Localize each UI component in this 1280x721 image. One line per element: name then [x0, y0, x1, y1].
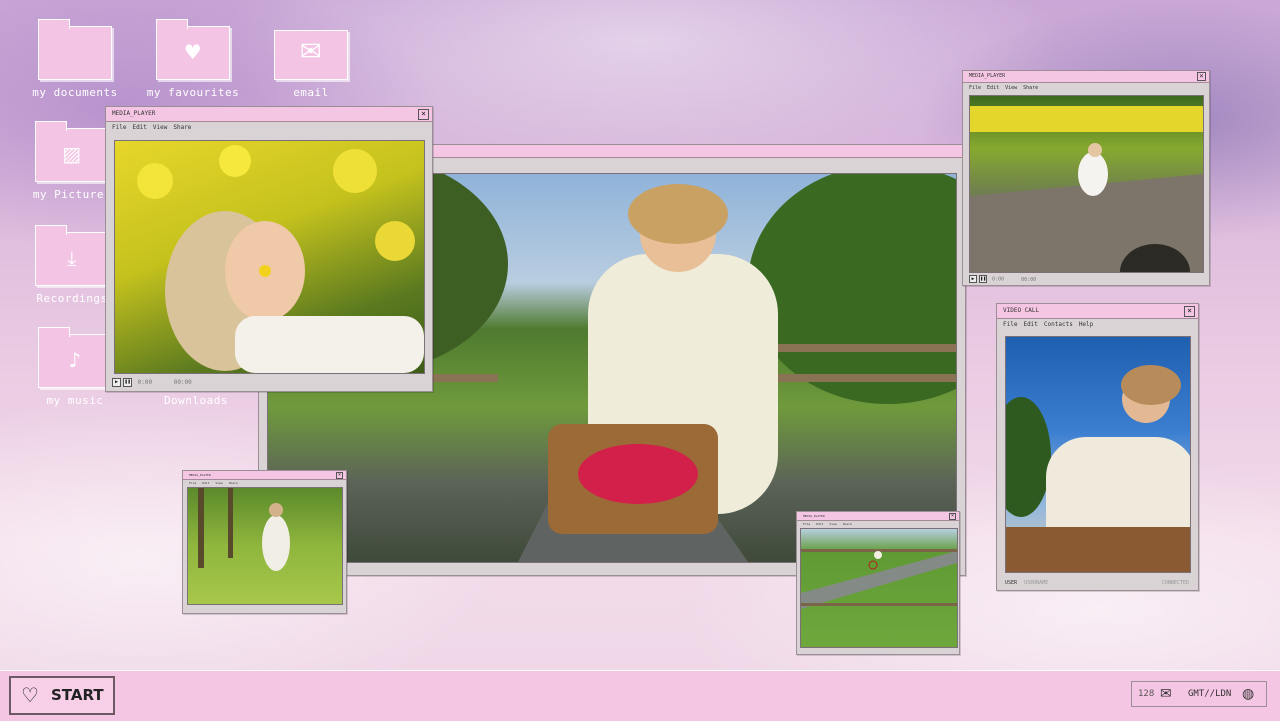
- envelope-icon[interactable]: ✉: [1160, 682, 1172, 706]
- play-button[interactable]: ▶: [112, 378, 121, 387]
- video-call-window[interactable]: VIDEO CALL × File Edit Contacts Help USER U…: [996, 303, 1199, 591]
- menu-file[interactable]: File: [189, 481, 196, 485]
- picture-folder-icon: ▨: [35, 121, 109, 182]
- menu-edit[interactable]: Edit: [1023, 321, 1037, 328]
- playback-controls: ▶ ❚❚ 0:00 00:00: [969, 275, 1036, 283]
- heart-outline-icon: ♡: [21, 683, 39, 707]
- bridge-scene-image: [970, 106, 1203, 272]
- desktop-icon-label: my music: [46, 394, 104, 407]
- playback-time: 0:00: [137, 379, 153, 386]
- desktop-icon-label: Downloads: [163, 394, 229, 407]
- desktop-icon-label: email: [293, 86, 329, 99]
- media-player-titlebar[interactable]: MEDIA_PLAYER ×: [797, 512, 959, 521]
- desktop-icon-my-favourites[interactable]: ♥ my favourites: [133, 19, 253, 99]
- taskbar: ♡ START 128 ✉ GMT//LDN ◍: [0, 670, 1280, 721]
- tray-timezone: GMT//LDN: [1188, 689, 1232, 699]
- menu-bar: File Edit View Share: [797, 521, 959, 528]
- desktop-icon-my-documents[interactable]: my documents: [15, 19, 135, 99]
- menu-contacts[interactable]: Contacts: [1044, 321, 1073, 328]
- menu-edit[interactable]: Edit: [816, 522, 823, 526]
- pause-button[interactable]: ❚❚: [979, 275, 987, 283]
- menu-edit[interactable]: Edit: [987, 85, 999, 91]
- desktop-icon-label: my documents: [32, 86, 118, 99]
- video-call-titlebar[interactable]: VIDEO CALL ×: [997, 304, 1198, 319]
- menu-help[interactable]: Help: [1079, 321, 1093, 328]
- video-call-status-bar: USER USERNAME CONNECTED: [1005, 580, 1189, 586]
- user-label: USER: [1005, 580, 1018, 586]
- desktop-icon-email[interactable]: ✉ email: [251, 30, 371, 99]
- playback-status: 00:00: [1021, 276, 1037, 283]
- close-button[interactable]: ×: [949, 513, 956, 520]
- globe-icon[interactable]: ◍: [1242, 682, 1254, 706]
- start-label: START: [51, 686, 104, 704]
- window-title: MEDIA_PLAYER: [803, 514, 825, 518]
- menu-bar: File Edit View Share: [183, 480, 346, 487]
- media-player-window-small-left[interactable]: MEDIA_PLAYER × File Edit View Share: [182, 470, 347, 614]
- window-title: VIDEO CALL: [1003, 307, 1040, 314]
- window-title: MEDIA_PLAYER: [969, 73, 1006, 79]
- flower-field-image: [137, 145, 424, 373]
- desktop-icon-label: my favourites: [146, 86, 240, 99]
- menu-share[interactable]: Share: [1023, 85, 1038, 91]
- menu-view[interactable]: View: [829, 522, 836, 526]
- media-player-screen[interactable]: [800, 528, 958, 648]
- playback-time: 0:00: [992, 276, 1005, 283]
- media-player-titlebar[interactable]: MEDIA_PLAYER ×: [963, 71, 1209, 83]
- folder-icon: [38, 19, 112, 80]
- menu-file[interactable]: File: [1003, 321, 1017, 328]
- menu-bar: File Edit View Share: [106, 122, 432, 134]
- system-tray: 128 ✉ GMT//LDN ◍: [1131, 681, 1267, 707]
- user-value: USERNAME: [1024, 580, 1049, 586]
- media-player-window-small-bottom[interactable]: MEDIA_PLAYER × File Edit View Share: [796, 511, 960, 655]
- menu-bar: File Edit Contacts Help: [997, 319, 1198, 331]
- menu-view[interactable]: View: [153, 124, 167, 131]
- menu-edit[interactable]: Edit: [132, 124, 146, 131]
- menu-edit[interactable]: Edit: [202, 481, 209, 485]
- playback-status: 00:00: [173, 379, 192, 386]
- menu-share[interactable]: Share: [229, 481, 238, 485]
- window-title: MEDIA_PLAYER: [112, 110, 156, 117]
- caller-image: [1006, 365, 1190, 572]
- heart-folder-icon: ♥: [156, 19, 230, 80]
- garden-walk-image: [198, 488, 290, 571]
- media-player-window-top-right[interactable]: MEDIA_PLAYER × File Edit View Share ▶ ❚❚ 0:0…: [962, 70, 1210, 286]
- menu-share[interactable]: Share: [173, 124, 191, 131]
- play-button[interactable]: ▶: [969, 275, 977, 283]
- close-button[interactable]: ×: [1184, 306, 1195, 317]
- close-button[interactable]: ×: [336, 472, 343, 479]
- connection-status: CONNECTED: [1161, 580, 1189, 586]
- media-player-window[interactable]: MEDIA_PLAYER × File Edit View Share ▶ ❚❚ 0:0…: [105, 106, 433, 392]
- media-player-screen[interactable]: [187, 487, 343, 605]
- menu-file[interactable]: File: [803, 522, 810, 526]
- media-player-titlebar[interactable]: MEDIA_PLAYER ×: [106, 107, 432, 122]
- menu-bar: File Edit View Share: [963, 83, 1209, 93]
- envelope-icon: ✉: [274, 30, 348, 80]
- menu-file[interactable]: File: [112, 124, 126, 131]
- menu-view[interactable]: View: [215, 481, 222, 485]
- pause-button[interactable]: ❚❚: [123, 378, 132, 387]
- close-button[interactable]: ×: [418, 109, 429, 120]
- close-button[interactable]: ×: [1197, 72, 1206, 81]
- menu-file[interactable]: File: [969, 85, 981, 91]
- media-player-screen[interactable]: [114, 140, 425, 374]
- playback-controls: ▶ ❚❚ 0:00 00:00: [112, 378, 192, 387]
- media-player-titlebar[interactable]: MEDIA_PLAYER ×: [183, 471, 346, 480]
- menu-share[interactable]: Share: [843, 522, 852, 526]
- download-folder-icon: ⤓: [35, 225, 109, 286]
- start-button[interactable]: ♡ START: [9, 676, 115, 715]
- video-call-screen[interactable]: [1005, 336, 1191, 573]
- menu-view[interactable]: View: [1005, 85, 1017, 91]
- tray-count: 128: [1138, 689, 1155, 699]
- music-folder-icon: ♪: [38, 327, 112, 388]
- window-title: MEDIA_PLAYER: [189, 473, 211, 477]
- country-lane-image: [801, 549, 957, 609]
- media-player-screen[interactable]: [969, 95, 1204, 273]
